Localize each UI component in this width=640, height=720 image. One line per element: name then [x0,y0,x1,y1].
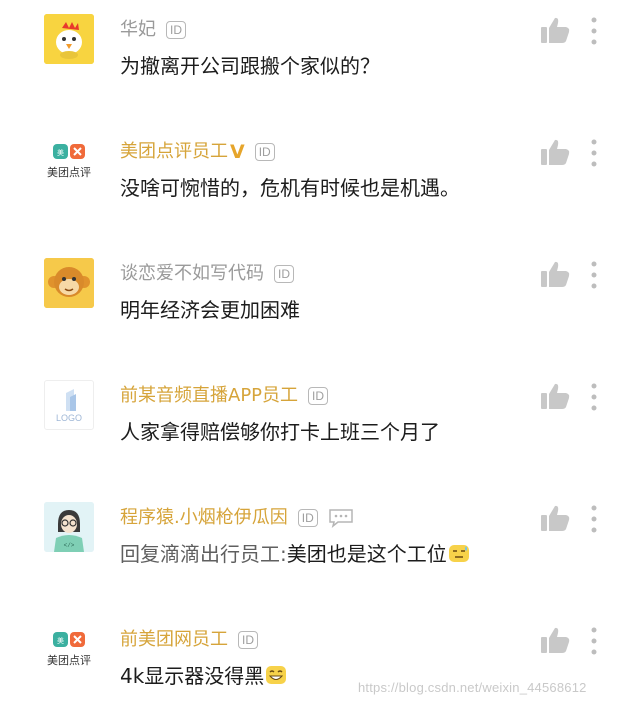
more-options-icon[interactable] [590,138,598,168]
comment-item: 华妃 ID 为撤离开公司跟搬个家似的？ [0,0,640,110]
avatar[interactable]: 美 美团点评 [44,136,94,186]
svg-text:美: 美 [57,148,64,157]
reply-text: 美团也是这个工位 [286,542,447,566]
more-options-icon[interactable] [590,504,598,534]
thumbs-up-icon[interactable] [540,382,570,410]
more-options-icon[interactable] [590,382,598,412]
sweat-face-emoji-icon [448,545,469,562]
chat-bubble-icon [328,509,353,528]
logo-placeholder-icon [66,389,76,411]
grinning-face-emoji-icon [266,666,287,684]
comment-item: 美 美团点评 前美团网员工 ID 4k显示器没得黑 [0,610,640,720]
more-options-icon[interactable] [590,16,598,46]
more-options-icon[interactable] [590,626,598,656]
meituan-dianping-logo-icon: 美 [53,144,85,159]
comment-header: 华妃 ID [120,17,186,43]
thumbs-up-icon[interactable] [540,260,570,288]
comment-text: 人家拿得赔偿够你打卡上班三个月了 [120,420,440,444]
username[interactable]: 华妃 [120,19,156,41]
comment-item: LOGO 前某音频直播APP员工 ID 人家拿得赔偿够你打卡上班三个月了 [0,366,640,476]
comment-item: 谈恋爱不如写代码 ID 明年经济会更加困难 [0,244,640,354]
verified-v-icon: V [230,141,245,163]
username[interactable]: 程序猿.小烟枪伊瓜因 [120,507,288,529]
comment-header: 前美团网员工 ID [120,627,258,653]
programmer-avatar-icon: </> [44,502,94,552]
svg-text:</>: </> [64,542,75,549]
meituan-dianping-logo-icon: 美 [53,632,85,647]
avatar[interactable]: LOGO [44,380,94,430]
comment-text: 没啥可惋惜的，危机有时候也是机遇。 [120,176,460,200]
username[interactable]: 前美团网员工 [120,629,228,651]
thumbs-up-icon[interactable] [540,16,570,44]
avatar-label: 美团点评 [47,655,91,667]
id-badge: ID [308,387,329,405]
comment-text: 明年经济会更加困难 [120,298,300,322]
avatar-label: 美团点评 [47,167,91,179]
reply-prefix[interactable]: 回复滴滴出行员工: [120,542,287,566]
id-badge: ID [297,509,318,527]
username[interactable]: 美团点评员工 [120,141,228,163]
avatar[interactable] [44,258,94,308]
comment-header: 谈恋爱不如写代码 ID [120,261,294,287]
id-badge: ID [254,143,275,161]
svg-text:美: 美 [57,636,64,645]
comment-item: </> 程序猿.小烟枪伊瓜因 ID 回复滴滴出行员工:美团也是这个工位 [0,488,640,598]
comment-text: 4k显示器没得黑 [120,661,287,691]
comment-header: 程序猿.小烟枪伊瓜因 ID [120,505,354,531]
id-badge: ID [166,21,186,39]
comment-header: 前某音频直播APP员工 ID [120,383,329,409]
avatar[interactable] [44,14,94,64]
comment-text: 回复滴滴出行员工:美团也是这个工位 [120,539,470,569]
avatar[interactable]: 美 美团点评 [44,624,94,674]
avatar[interactable]: </> [44,502,94,552]
thumbs-up-icon[interactable] [540,504,570,532]
monkey-avatar-icon [44,258,94,308]
more-options-icon[interactable] [590,260,598,290]
comment-text: 为撤离开公司跟搬个家似的？ [120,54,380,78]
comment-body: 4k显示器没得黑 [120,664,265,688]
thumbs-up-icon[interactable] [540,626,570,654]
thumbs-up-icon[interactable] [540,138,570,166]
avatar-label: LOGO [55,413,82,423]
id-badge: ID [274,265,294,283]
id-badge: ID [238,631,258,649]
comment-header: 美团点评员工 V ID [120,139,275,165]
comment-item: 美 美团点评 美团点评员工 V ID 没啥可惋惜的，危机有时候也是机遇。 [0,122,640,232]
username[interactable]: 前某音频直播APP员工 [120,385,298,407]
chicken-avatar-icon [44,14,94,64]
username[interactable]: 谈恋爱不如写代码 [120,263,264,285]
watermark: https://blog.csdn.net/weixin_44568612 [358,680,587,695]
